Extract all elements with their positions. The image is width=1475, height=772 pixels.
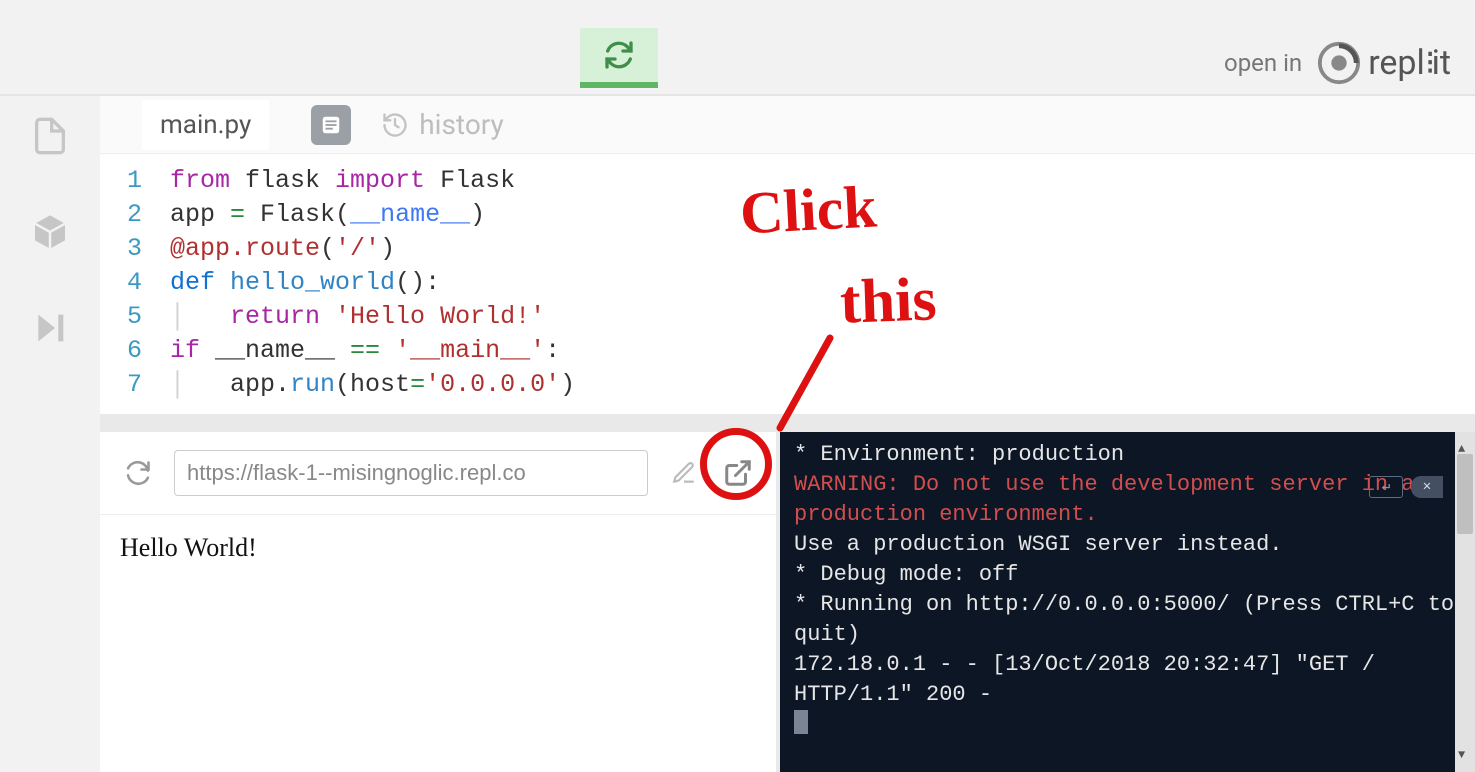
- preview-body: Hello World!: [100, 515, 776, 581]
- console-line: Use a production WSGI server instead.: [794, 530, 1461, 560]
- history-label: history: [419, 108, 504, 141]
- line-number: 6: [100, 334, 170, 368]
- code-content[interactable]: │ app.run(host='0.0.0.0'): [170, 368, 575, 402]
- code-line[interactable]: 1from flask import Flask: [100, 164, 1475, 198]
- code-content[interactable]: app = Flask(__name__): [170, 198, 485, 232]
- console-line: * Running on http://0.0.0.0:5000/ (Press…: [794, 590, 1461, 650]
- run-button[interactable]: [580, 28, 658, 88]
- code-line[interactable]: 7│ app.run(host='0.0.0.0'): [100, 368, 1475, 402]
- code-content[interactable]: @app.route('/'): [170, 232, 395, 266]
- console-line: * Environment: production: [794, 440, 1461, 470]
- console-scrollbar[interactable]: ▲ ▼: [1455, 432, 1475, 772]
- tab-file[interactable]: main.py: [142, 100, 269, 150]
- preview-url-input[interactable]: [174, 450, 648, 496]
- bottom-panes: Hello World! * Environment: production W…: [100, 414, 1475, 772]
- files-icon[interactable]: [30, 116, 70, 156]
- history-icon: [381, 111, 409, 139]
- open-external-icon[interactable]: [720, 455, 756, 491]
- code-content[interactable]: │ return 'Hello World!': [170, 300, 545, 334]
- work-area: main.py history 1from flask import Flask…: [100, 96, 1475, 772]
- line-number: 7: [100, 368, 170, 402]
- code-line[interactable]: 5│ return 'Hello World!': [100, 300, 1475, 334]
- line-number: 1: [100, 164, 170, 198]
- code-line[interactable]: 6if __name__ == '__main__':: [100, 334, 1475, 368]
- tab-bar: main.py history: [100, 96, 1475, 154]
- replit-logo-icon: [1316, 40, 1362, 86]
- line-number: 3: [100, 232, 170, 266]
- preview-pane: Hello World!: [100, 432, 780, 772]
- line-number: 5: [100, 300, 170, 334]
- code-editor[interactable]: 1from flask import Flask2app = Flask(__n…: [100, 154, 1475, 414]
- line-number: 4: [100, 266, 170, 300]
- left-sidebar: [0, 96, 100, 772]
- code-line[interactable]: 3@app.route('/'): [100, 232, 1475, 266]
- history-tab[interactable]: history: [381, 108, 504, 141]
- brand-logo: repl⁝it: [1316, 40, 1451, 86]
- console-enter-indicator: ↵: [1369, 476, 1403, 498]
- code-line[interactable]: 4def hello_world():: [100, 266, 1475, 300]
- console-cursor: [794, 710, 808, 734]
- line-number: 2: [100, 198, 170, 232]
- code-content[interactable]: def hello_world():: [170, 266, 440, 300]
- code-content[interactable]: if __name__ == '__main__':: [170, 334, 560, 368]
- console-line: 172.18.0.1 - - [13/Oct/2018 20:32:47] "G…: [794, 650, 1461, 710]
- console-pane[interactable]: * Environment: production WARNING: Do no…: [780, 432, 1475, 772]
- scrollbar-thumb[interactable]: [1457, 454, 1473, 534]
- reload-icon[interactable]: [120, 455, 156, 491]
- package-icon[interactable]: [30, 212, 70, 252]
- doc-toggle-icon[interactable]: [311, 105, 351, 145]
- console-close-icon[interactable]: ✕: [1411, 476, 1443, 498]
- preview-address-bar: [100, 432, 776, 515]
- code-line[interactable]: 2app = Flask(__name__): [100, 198, 1475, 232]
- console-line: * Debug mode: off: [794, 560, 1461, 590]
- edit-url-icon[interactable]: [666, 455, 702, 491]
- top-bar: open in repl⁝it: [0, 0, 1475, 96]
- refresh-icon: [603, 39, 635, 71]
- code-content[interactable]: from flask import Flask: [170, 164, 515, 198]
- skip-run-icon[interactable]: [30, 308, 70, 348]
- open-in-label: open in: [1224, 49, 1302, 77]
- open-in-replit-link[interactable]: open in repl⁝it: [1224, 40, 1451, 86]
- console-line: WARNING: Do not use the development serv…: [794, 470, 1461, 530]
